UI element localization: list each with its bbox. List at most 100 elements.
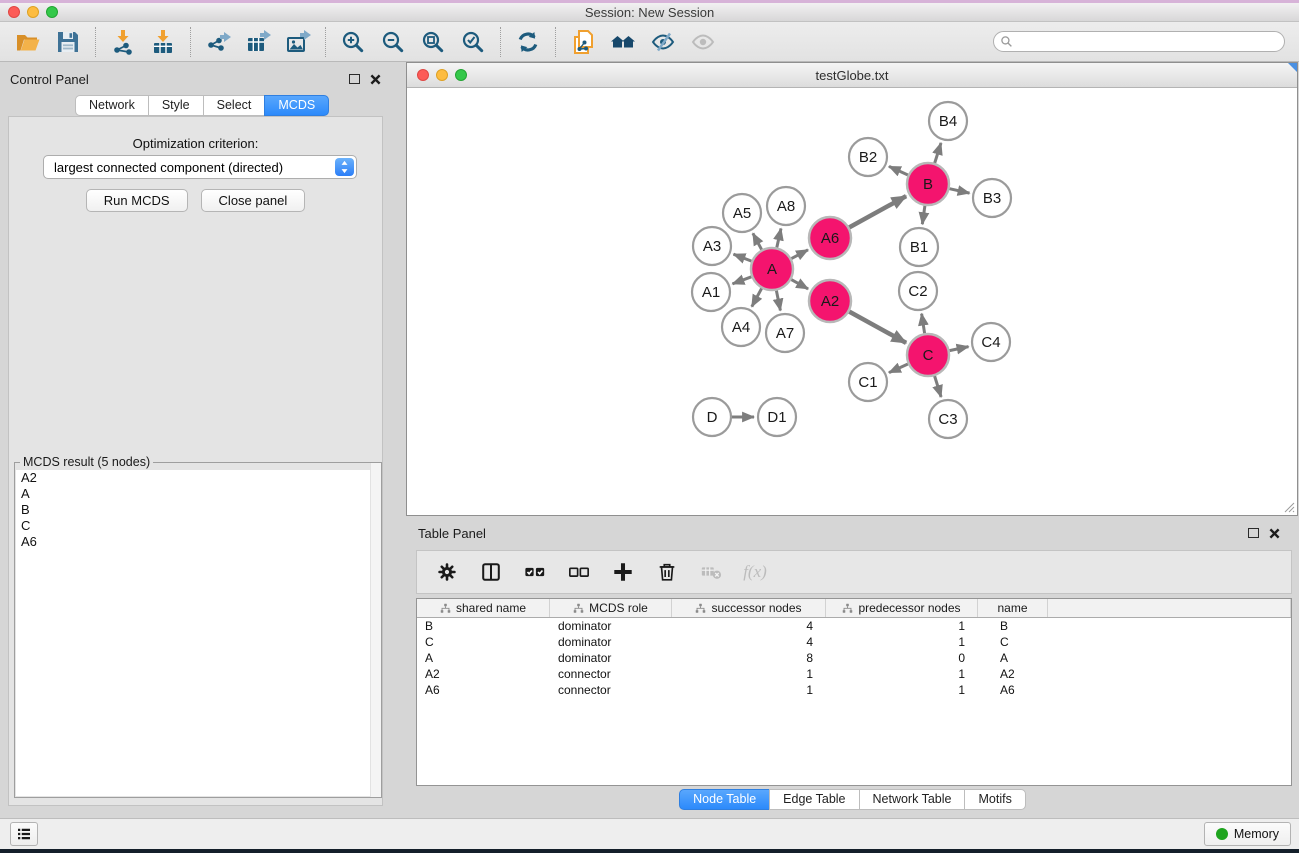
tab-mcds[interactable]: MCDS [264,95,329,116]
close-panel-button[interactable] [370,74,381,85]
table-row[interactable]: A6connector11A6 [417,682,1291,698]
zoom-selected-button[interactable] [455,25,491,59]
mcds-result-item[interactable]: A2 [16,470,380,486]
graph-node-A[interactable]: A [751,248,793,290]
network-canvas[interactable]: B4B2BB3A8A5A6A3B1AA1C2A2A4A7C4CC1C3DD1 [407,88,1297,515]
graph-node-C2[interactable]: C2 [899,272,937,310]
graph-node-A1[interactable]: A1 [692,273,730,311]
add-column-button[interactable] [609,558,637,586]
graph-node-B3[interactable]: B3 [973,179,1011,217]
float-panel-button[interactable] [349,74,360,84]
table-row[interactable]: Adominator80A [417,650,1291,666]
new-network-from-selection-button[interactable] [565,25,601,59]
graph-edge-A-A6[interactable] [791,250,808,259]
tab-select[interactable]: Select [203,95,266,116]
graph-edge-A6-B[interactable] [849,196,906,227]
graph-node-A4[interactable]: A4 [722,308,760,346]
resize-grip-icon[interactable] [1283,501,1295,513]
tab-style[interactable]: Style [148,95,204,116]
table-settings-button[interactable] [433,558,461,586]
graph-node-A3[interactable]: A3 [693,227,731,265]
toggle-columns-button[interactable] [477,558,505,586]
graph-node-C3[interactable]: C3 [929,400,967,438]
delete-columns-button[interactable] [653,558,681,586]
graph-edge-C-C2[interactable] [922,314,925,334]
graph-node-C1[interactable]: C1 [849,363,887,401]
mcds-result-item[interactable]: A [16,486,380,502]
tab-network[interactable]: Network [75,95,149,116]
graph-edge-A-A4[interactable] [752,288,762,306]
memory-button[interactable]: Memory [1204,822,1291,846]
zoom-in-button[interactable] [335,25,371,59]
zoom-fit-button[interactable] [415,25,451,59]
minimize-window-button[interactable] [27,6,39,18]
import-network-button[interactable] [105,25,141,59]
mcds-result-item[interactable]: B [16,502,380,518]
graph-edge-A2-C[interactable] [849,312,906,343]
close-window-button[interactable] [8,6,20,18]
graph-node-A6[interactable]: A6 [809,217,851,259]
table-row[interactable]: A2connector11A2 [417,666,1291,682]
search-input[interactable] [993,31,1285,52]
graph-edge-A-A5[interactable] [753,233,762,249]
graph-node-B[interactable]: B [907,163,949,205]
run-mcds-button[interactable]: Run MCDS [86,189,188,212]
hide-selected-button[interactable] [645,25,681,59]
column-header-predecessor-nodes[interactable]: predecessor nodes [826,599,978,617]
graph-node-A7[interactable]: A7 [766,314,804,352]
network-minimize-button[interactable] [436,69,448,81]
mcds-result-item[interactable]: A6 [16,534,380,550]
graph-edge-A-A8[interactable] [777,229,781,248]
graph-edge-A-A3[interactable] [734,254,752,261]
mcds-result-item[interactable]: C [16,518,380,534]
graph-node-A8[interactable]: A8 [767,187,805,225]
graph-node-D1[interactable]: D1 [758,398,796,436]
export-image-button[interactable] [280,25,316,59]
network-close-button[interactable] [417,69,429,81]
graph-edge-A-A2[interactable] [791,280,808,289]
task-history-button[interactable] [10,822,38,846]
zoom-out-button[interactable] [375,25,411,59]
column-header-shared-name[interactable]: shared name [417,599,550,617]
first-neighbors-button[interactable] [605,25,641,59]
graph-node-A5[interactable]: A5 [723,194,761,232]
apply-layout-button[interactable] [510,25,546,59]
table-tab-node-table[interactable]: Node Table [679,789,770,810]
delete-table-button[interactable] [697,558,725,586]
graph-node-C[interactable]: C [907,334,949,376]
graph-node-D[interactable]: D [693,398,731,436]
float-table-panel-button[interactable] [1248,528,1259,538]
mcds-result-list[interactable]: A2ABCA6 [16,470,380,796]
column-header-successor-nodes[interactable]: successor nodes [672,599,826,617]
close-table-panel-button[interactable] [1269,528,1280,539]
import-table-button[interactable] [145,25,181,59]
column-header-name[interactable]: name [978,599,1048,617]
table-row[interactable]: Cdominator41C [417,634,1291,650]
graph-node-C4[interactable]: C4 [972,323,1010,361]
table-tab-edge-table[interactable]: Edge Table [769,789,859,810]
export-table-button[interactable] [240,25,276,59]
graph-edge-C-C4[interactable] [950,347,969,351]
close-mcds-panel-button[interactable]: Close panel [201,189,306,212]
graph-node-B4[interactable]: B4 [929,102,967,140]
column-header-mcds-role[interactable]: MCDS role [550,599,672,617]
graph-edge-A-A1[interactable] [733,277,752,284]
network-graph[interactable]: B4B2BB3A8A5A6A3B1AA1C2A2A4A7C4CC1C3DD1 [407,88,1297,515]
maximize-window-button[interactable] [46,6,58,18]
table-tab-network-table[interactable]: Network Table [859,789,966,810]
select-all-rows-button[interactable] [521,558,549,586]
export-network-button[interactable] [200,25,236,59]
save-session-button[interactable] [50,25,86,59]
show-hidden-button[interactable] [685,25,721,59]
mcds-result-scrollbar[interactable] [370,463,381,797]
graph-edge-A-A7[interactable] [776,291,780,311]
deselect-all-rows-button[interactable] [565,558,593,586]
optimization-criterion-select[interactable]: largest connected component (directed) [43,155,357,179]
graph-node-B1[interactable]: B1 [900,228,938,266]
network-window-titlebar[interactable]: testGlobe.txt [407,63,1297,88]
graph-edge-C-C1[interactable] [889,364,908,373]
graph-edge-B-B1[interactable] [922,206,925,224]
graph-node-B2[interactable]: B2 [849,138,887,176]
table-row[interactable]: Bdominator41B [417,618,1291,634]
table-tab-motifs[interactable]: Motifs [964,789,1025,810]
